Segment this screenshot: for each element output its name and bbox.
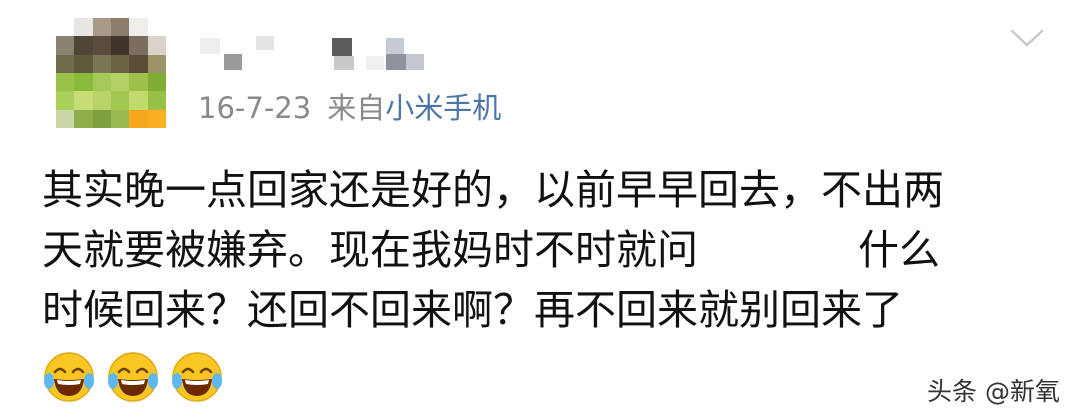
post-text-line: 时候回来？还回不回来啊？再不回来就别回来了	[42, 286, 903, 334]
laughing-crying-emoji-icon	[44, 352, 94, 402]
post-text-line: 其实晚一点回家还是好的，以前早早回去，不出两	[42, 166, 944, 214]
post-content: 其实晚一点回家还是好的，以前早早回去，不出两 天就要被嫌弃。现在我妈时不时就问 什…	[42, 160, 1052, 340]
post-meta: 16-7-23 来自小米手机	[198, 88, 501, 128]
laughing-crying-emoji-icon	[172, 352, 222, 402]
source-prefix: 来自	[327, 91, 386, 125]
post-text-line: 天就要被嫌弃。现在我妈时不时就问 什么	[42, 220, 1052, 280]
device-link[interactable]: 小米手机	[385, 91, 501, 125]
post-text-segment: 天就要被嫌弃。现在我妈时不时就问	[42, 226, 698, 274]
laughing-crying-emoji-icon	[108, 352, 158, 402]
chevron-down-icon[interactable]	[1010, 28, 1044, 48]
username-redacted[interactable]	[200, 32, 440, 78]
watermark: 头条 @新氧	[927, 377, 1060, 406]
post-text-segment: 什么	[858, 226, 940, 274]
avatar[interactable]	[56, 18, 166, 128]
post-date: 16-7-23	[198, 91, 312, 125]
